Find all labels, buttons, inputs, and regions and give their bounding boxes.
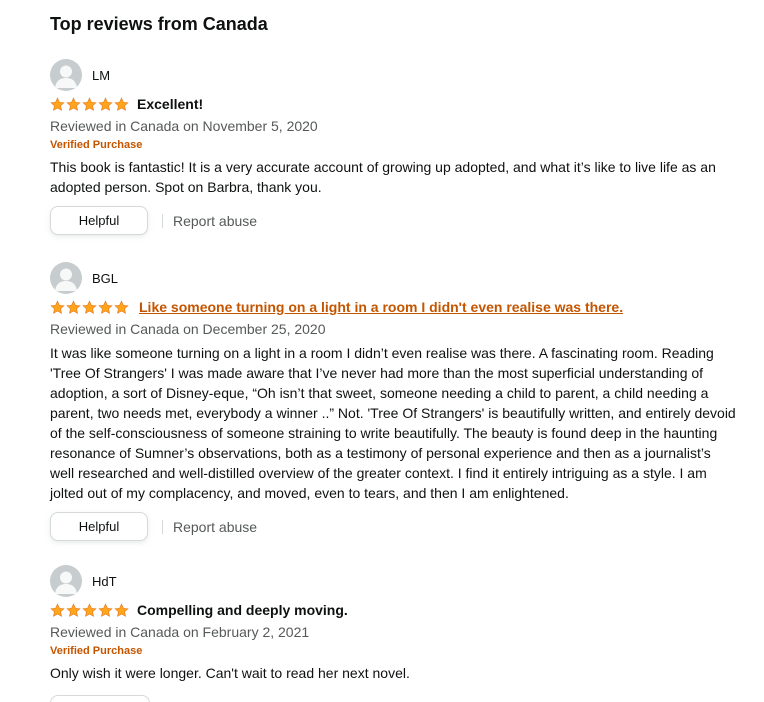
star-icon bbox=[98, 299, 113, 314]
star-icon bbox=[66, 299, 81, 314]
verified-purchase-badge: Verified Purchase bbox=[50, 645, 143, 657]
review-body: This book is fantastic! It is a very acc… bbox=[50, 159, 716, 195]
divider bbox=[162, 213, 163, 228]
helpful-button-partial[interactable] bbox=[50, 695, 150, 702]
report-abuse-link[interactable]: Report abuse bbox=[173, 213, 257, 229]
reviewer-name[interactable]: HdT bbox=[92, 574, 117, 589]
review-body: Only wish it were longer. Can't wait to … bbox=[50, 665, 410, 681]
reviewer-profile[interactable]: HdT bbox=[50, 565, 736, 597]
star-icon bbox=[50, 299, 65, 314]
review-date: Reviewed in Canada on November 5, 2020 bbox=[50, 118, 318, 134]
helpful-button[interactable]: Helpful bbox=[50, 512, 148, 541]
star-icon bbox=[82, 602, 97, 617]
star-rating bbox=[50, 299, 129, 315]
section-title: Top reviews from Canada bbox=[50, 14, 268, 34]
avatar-icon bbox=[50, 565, 82, 597]
reviewer-profile[interactable]: BGL bbox=[50, 262, 736, 294]
star-icon bbox=[50, 602, 65, 617]
review-date: Reviewed in Canada on February 2, 2021 bbox=[50, 624, 310, 640]
star-icon bbox=[114, 299, 129, 314]
star-icon bbox=[50, 96, 65, 111]
star-icon bbox=[114, 96, 129, 111]
helpful-button[interactable]: Helpful bbox=[50, 206, 148, 235]
avatar-icon bbox=[50, 262, 82, 294]
report-abuse-link[interactable]: Report abuse bbox=[173, 519, 257, 535]
review-title: Excellent! bbox=[137, 96, 204, 112]
reviewer-name[interactable]: LM bbox=[92, 68, 110, 83]
review-card: BGL Like someone turning on a light in a… bbox=[50, 262, 736, 541]
review-date: Reviewed in Canada on December 25, 2020 bbox=[50, 321, 326, 337]
review-title: Compelling and deeply moving. bbox=[137, 602, 348, 618]
avatar-icon bbox=[50, 59, 82, 91]
star-icon bbox=[82, 96, 97, 111]
verified-purchase-badge: Verified Purchase bbox=[50, 139, 143, 151]
reviews-page: Top reviews from Canada LM Excellent! Re… bbox=[0, 0, 764, 702]
reviewer-name[interactable]: BGL bbox=[92, 271, 118, 286]
review-title-link[interactable]: Like someone turning on a light in a roo… bbox=[139, 299, 623, 315]
star-icon bbox=[82, 299, 97, 314]
star-icon bbox=[98, 602, 113, 617]
review-body: It was like someone turning on a light i… bbox=[50, 345, 736, 501]
star-icon bbox=[114, 602, 129, 617]
star-rating bbox=[50, 602, 129, 618]
star-icon bbox=[66, 602, 81, 617]
review-card: LM Excellent! Reviewed in Canada on Nove… bbox=[50, 59, 736, 235]
star-icon bbox=[66, 96, 81, 111]
star-icon bbox=[98, 96, 113, 111]
review-card: HdT Compelling and deeply moving. Review… bbox=[50, 565, 736, 683]
star-rating bbox=[50, 96, 129, 112]
reviewer-profile[interactable]: LM bbox=[50, 59, 736, 91]
divider bbox=[162, 519, 163, 534]
